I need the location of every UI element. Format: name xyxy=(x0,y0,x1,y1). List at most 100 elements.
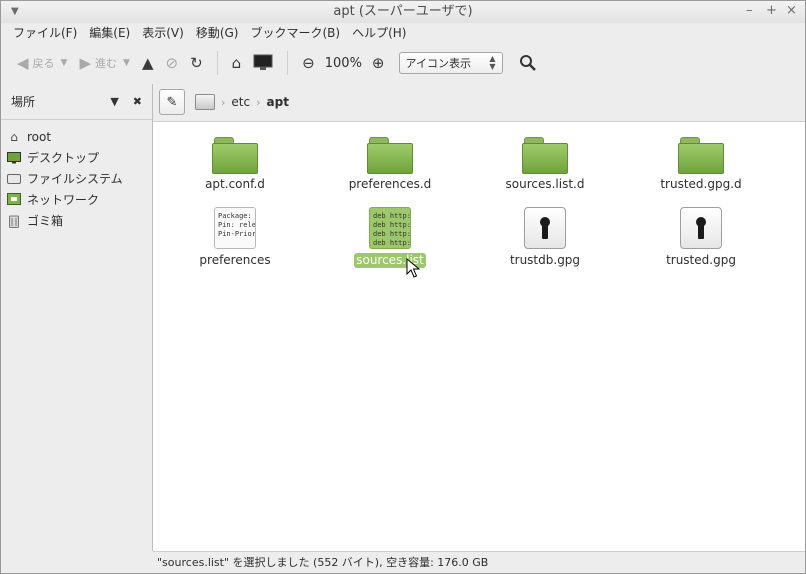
keyhole-icon xyxy=(524,207,566,249)
window-title: apt (スーパーユーザで) xyxy=(333,4,473,19)
search-icon xyxy=(519,55,536,71)
status-text: "sources.list" を選択しました (552 バイト), 空き容量: … xyxy=(157,556,489,569)
file-item[interactable]: Package: Pin: rele Pin-Prior preferences xyxy=(175,207,295,268)
zoom-out-icon: ⊖ xyxy=(302,54,315,72)
sidebar-item-root[interactable]: ⌂ root xyxy=(1,126,152,147)
folder-icon xyxy=(678,137,724,174)
menu-file[interactable]: ファイル(F) xyxy=(7,23,83,43)
text-file-icon: deb http: deb http: deb http: deb http: xyxy=(369,207,411,249)
stop-icon: ⊘ xyxy=(165,54,179,72)
file-name: trusted.gpg xyxy=(666,253,736,267)
drive-icon xyxy=(7,172,21,186)
file-view[interactable]: apt.conf.d preferences.d sources.list.d … xyxy=(153,121,805,552)
home-icon: ⌂ xyxy=(10,129,18,144)
chevron-right-icon: › xyxy=(256,95,261,109)
trash-icon xyxy=(7,214,21,228)
up-button[interactable]: ▲ xyxy=(136,48,160,78)
preview-line: Package: xyxy=(218,212,252,220)
file-name: trustdb.gpg xyxy=(509,253,581,267)
preview-line: Pin-Prior xyxy=(218,230,256,238)
zoom-in-button[interactable]: ⊕ xyxy=(366,48,391,78)
preview-line: deb http: xyxy=(373,230,411,238)
folder-icon xyxy=(522,137,568,174)
forward-label: 進む xyxy=(95,57,118,70)
text-file-icon: Package: Pin: rele Pin-Prior xyxy=(214,207,256,249)
spin-arrows-icon: ▲ ▼ xyxy=(489,54,496,71)
file-item[interactable]: preferences.d xyxy=(330,137,450,192)
filesystem-root-crumb-icon[interactable] xyxy=(195,94,215,110)
view-mode-value: アイコン表示 xyxy=(405,57,471,70)
sidebar-item-label: ネットワーク xyxy=(27,193,100,207)
file-name: apt.conf.d xyxy=(205,177,265,191)
sidebar-header: 場所 ▼ ✖ xyxy=(1,84,152,120)
computer-icon xyxy=(253,54,273,70)
desktop-icon xyxy=(7,151,21,165)
sidebar-item-label: デスクトップ xyxy=(27,151,100,165)
crumb-etc[interactable]: etc xyxy=(231,95,250,109)
forward-button[interactable]: ▶ 進む ▼ xyxy=(73,48,135,78)
sidebar-item-label: ファイルシステム xyxy=(27,172,123,186)
location-bar: ✎ › etc › apt xyxy=(153,84,805,120)
menubar: ファイル(F) 編集(E) 表示(V) 移動(G) ブックマーク(B) ヘルプ(… xyxy=(1,23,806,43)
network-icon xyxy=(7,193,21,207)
up-arrow-icon: ▲ xyxy=(141,54,154,72)
file-item-selected[interactable]: deb http: deb http: deb http: deb http: … xyxy=(330,207,450,268)
file-name: preferences xyxy=(199,253,271,267)
edit-location-button[interactable]: ✎ xyxy=(159,89,185,115)
sidebar-item-trash[interactable]: ゴミ箱 xyxy=(1,210,152,231)
sidebar-item-desktop[interactable]: デスクトップ xyxy=(1,147,152,168)
minimize-icon[interactable]: – xyxy=(746,3,753,18)
file-name: sources.list.d xyxy=(505,177,585,191)
menu-help[interactable]: ヘルプ(H) xyxy=(346,23,412,43)
file-item[interactable]: trusted.gpg xyxy=(641,207,761,268)
view-mode-select[interactable]: アイコン表示 ▲ ▼ xyxy=(398,52,503,74)
menu-go[interactable]: 移動(G) xyxy=(190,23,245,43)
sidebar-item-label: root xyxy=(27,129,52,144)
back-button[interactable]: ◀ 戻る ▼ xyxy=(11,48,73,78)
sidebar-item-network[interactable]: ネットワーク xyxy=(1,189,152,210)
zoom-level[interactable]: 100% xyxy=(321,56,366,71)
menu-view[interactable]: 表示(V) xyxy=(136,23,190,43)
sidebar-item-label: ゴミ箱 xyxy=(27,214,64,228)
file-item[interactable]: trustdb.gpg xyxy=(485,207,605,268)
chevron-right-icon: › xyxy=(221,95,226,109)
file-name: trusted.gpg.d xyxy=(660,177,742,191)
back-history-dropdown-icon[interactable]: ▼ xyxy=(61,58,68,68)
zoom-out-button[interactable]: ⊖ xyxy=(296,48,321,78)
file-item[interactable]: apt.conf.d xyxy=(175,137,295,192)
preview-line: deb http: xyxy=(373,221,411,229)
places-sidebar: 場所 ▼ ✖ ⌂ root デスクトップ ファイルシステム ネットワーク ゴミ箱 xyxy=(1,84,153,551)
preview-line: deb http: xyxy=(373,212,411,220)
crumb-apt[interactable]: apt xyxy=(267,95,289,109)
folder-icon xyxy=(367,137,413,174)
forward-arrow-icon: ▶ xyxy=(79,54,92,72)
preview-line: deb http: xyxy=(373,239,411,247)
sidebar-item-filesystem[interactable]: ファイルシステム xyxy=(1,168,152,189)
menu-bookmarks[interactable]: ブックマーク(B) xyxy=(244,23,346,43)
reload-icon: ↻ xyxy=(190,54,203,72)
reload-button[interactable]: ↻ xyxy=(184,48,209,78)
preview-line: Pin: rele xyxy=(218,221,256,229)
close-icon[interactable]: × xyxy=(786,3,797,18)
file-name: preferences.d xyxy=(348,177,432,191)
file-item[interactable]: sources.list.d xyxy=(485,137,605,192)
breadcrumb: › etc › apt xyxy=(195,94,289,110)
sidebar-close-icon[interactable]: ✖ xyxy=(133,95,142,108)
sidebar-mode-dropdown-icon[interactable]: ▼ xyxy=(110,95,118,108)
zoom-in-icon: ⊕ xyxy=(371,54,385,72)
window-menu-icon[interactable]: ▼ xyxy=(11,6,19,17)
keyhole-icon xyxy=(680,207,722,249)
menu-edit[interactable]: 編集(E) xyxy=(83,23,136,43)
forward-history-dropdown-icon[interactable]: ▼ xyxy=(123,58,130,68)
stop-button[interactable]: ⊘ xyxy=(159,48,184,78)
status-bar: "sources.list" を選択しました (552 バイト), 空き容量: … xyxy=(153,551,805,573)
titlebar[interactable]: ▼ apt (スーパーユーザで) – + × xyxy=(1,1,805,23)
file-item[interactable]: trusted.gpg.d xyxy=(641,137,761,192)
search-button[interactable] xyxy=(513,48,543,78)
home-button[interactable]: ⌂ xyxy=(226,48,248,78)
computer-button[interactable] xyxy=(247,48,279,78)
back-label: 戻る xyxy=(32,57,55,70)
home-icon: ⌂ xyxy=(231,54,242,72)
maximize-icon[interactable]: + xyxy=(766,3,777,18)
pencil-icon: ✎ xyxy=(166,94,178,110)
